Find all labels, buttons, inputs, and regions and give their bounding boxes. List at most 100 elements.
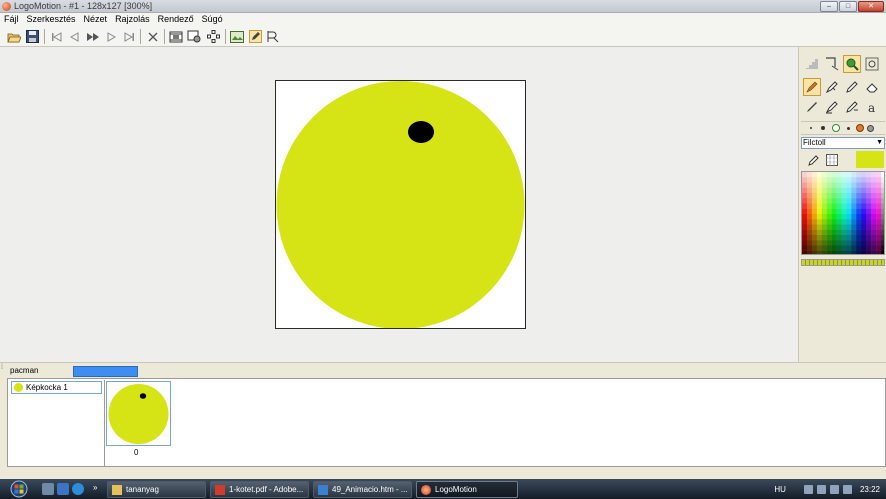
palette-color-cell[interactable] — [851, 240, 857, 246]
palette-color-cell[interactable] — [831, 229, 837, 236]
start-button[interactable] — [7, 479, 31, 499]
palette-color-cell[interactable] — [831, 198, 837, 204]
palette-color-cell[interactable] — [836, 250, 842, 255]
palette-color-cell[interactable] — [876, 250, 882, 255]
frame-properties-icon[interactable] — [185, 28, 203, 45]
palette-color-cell[interactable] — [841, 240, 847, 246]
palette-color-cell[interactable] — [881, 214, 885, 220]
palette-color-cell[interactable] — [846, 203, 852, 209]
palette-color-cell[interactable] — [866, 203, 872, 209]
palette-color-cell[interactable] — [841, 208, 847, 215]
palette-color-cell[interactable] — [821, 224, 827, 230]
palette-color-cell[interactable] — [856, 224, 862, 230]
palette-color-cell[interactable] — [861, 172, 867, 178]
palette-color-cell[interactable] — [802, 193, 808, 199]
palette-color-cell[interactable] — [821, 177, 827, 183]
palette-color-cell[interactable] — [811, 214, 818, 220]
palette-color-cell[interactable] — [841, 177, 847, 183]
palette-color-cell[interactable] — [802, 182, 808, 188]
palette-color-cell[interactable] — [816, 198, 822, 204]
palette-color-cell[interactable] — [841, 172, 847, 178]
palette-color-cell[interactable] — [871, 240, 877, 246]
size-small-dot[interactable] — [821, 126, 825, 130]
palette-color-cell[interactable] — [831, 235, 837, 241]
palette-color-cell[interactable] — [816, 250, 822, 255]
volume-icon[interactable] — [816, 484, 826, 494]
menu-view[interactable]: Nézet — [80, 13, 112, 26]
palette-color-cell[interactable] — [831, 182, 837, 188]
palette-color-cell[interactable] — [876, 224, 882, 230]
palette-color-cell[interactable] — [866, 208, 872, 215]
palette-color-cell[interactable] — [831, 187, 837, 194]
palette-color-cell[interactable] — [866, 229, 872, 236]
edit-pen-icon[interactable] — [246, 28, 264, 45]
palette-color-cell[interactable] — [866, 224, 872, 230]
palette-color-cell[interactable] — [871, 193, 877, 199]
palette-color-cell[interactable] — [861, 182, 867, 188]
palette-color-cell[interactable] — [811, 245, 818, 251]
palette-color-cell[interactable] — [851, 214, 857, 220]
palette-color-cell[interactable] — [861, 193, 867, 199]
palette-color-cell[interactable] — [861, 177, 867, 183]
palette-color-cell[interactable] — [841, 219, 847, 225]
palette-color-cell[interactable] — [811, 224, 818, 230]
palette-color-cell[interactable] — [802, 214, 808, 220]
palette-color-cell[interactable] — [831, 214, 837, 220]
palette-color-cell[interactable] — [881, 219, 885, 225]
palette-color-cell[interactable] — [871, 198, 877, 204]
magnifier-icon[interactable] — [843, 55, 861, 73]
brush-icon[interactable] — [823, 78, 841, 96]
palette-color-cell[interactable] — [811, 193, 818, 199]
palette-color-cell[interactable] — [811, 187, 818, 194]
palette-color-cell[interactable] — [861, 198, 867, 204]
palette-color-cell[interactable] — [836, 187, 842, 194]
palette-color-cell[interactable] — [846, 198, 852, 204]
palette-color-cell[interactable] — [871, 182, 877, 188]
palette-color-cell[interactable] — [846, 182, 852, 188]
palette-color-cell[interactable] — [851, 182, 857, 188]
transparent-grid-icon[interactable] — [823, 151, 841, 169]
palette-color-cell[interactable] — [846, 224, 852, 230]
last-frame-icon[interactable] — [120, 28, 138, 45]
palette-color-cell[interactable] — [816, 203, 822, 209]
palette-color-cell[interactable] — [876, 193, 882, 199]
palette-color-cell[interactable] — [816, 214, 822, 220]
palette-color-cell[interactable] — [866, 219, 872, 225]
palette-color-cell[interactable] — [826, 214, 832, 220]
menu-help[interactable]: Súgó — [198, 13, 227, 26]
palette-color-cell[interactable] — [871, 172, 877, 178]
palette-color-cell[interactable] — [846, 177, 852, 183]
palette-color-cell[interactable] — [866, 198, 872, 204]
palette-color-cell[interactable] — [806, 172, 813, 178]
palette-color-cell[interactable] — [881, 208, 885, 215]
palette-color-cell[interactable] — [846, 250, 852, 255]
palette-color-cell[interactable] — [816, 182, 822, 188]
palette-color-cell[interactable] — [802, 229, 808, 236]
palette-color-cell[interactable] — [871, 235, 877, 241]
palette-color-cell[interactable] — [802, 198, 808, 204]
palette-color-cell[interactable] — [821, 182, 827, 188]
palette-color-cell[interactable] — [802, 219, 808, 225]
animation-tab[interactable]: pacman — [10, 366, 38, 375]
palette-color-cell[interactable] — [802, 177, 808, 183]
palette-color-cell[interactable] — [821, 214, 827, 220]
palette-color-cell[interactable] — [811, 182, 818, 188]
palette-color-cell[interactable] — [831, 172, 837, 178]
palette-color-cell[interactable] — [856, 229, 862, 236]
palette-color-cell[interactable] — [821, 208, 827, 215]
palette-color-cell[interactable] — [811, 229, 818, 236]
palette-color-cell[interactable] — [806, 229, 813, 236]
palette-color-cell[interactable] — [806, 214, 813, 220]
path-tool-icon[interactable] — [264, 28, 282, 45]
palette-color-cell[interactable] — [876, 182, 882, 188]
palette-color-cell[interactable] — [816, 193, 822, 199]
internet-explorer-icon[interactable] — [72, 483, 84, 495]
palette-color-cell[interactable] — [831, 177, 837, 183]
palette-color-cell[interactable] — [841, 250, 847, 255]
palette-color-cell[interactable] — [856, 250, 862, 255]
palette-color-cell[interactable] — [826, 219, 832, 225]
palette-color-cell[interactable] — [841, 245, 847, 251]
palette-color-cell[interactable] — [826, 172, 832, 178]
palette-color-cell[interactable] — [871, 187, 877, 194]
palette-color-cell[interactable] — [851, 187, 857, 194]
